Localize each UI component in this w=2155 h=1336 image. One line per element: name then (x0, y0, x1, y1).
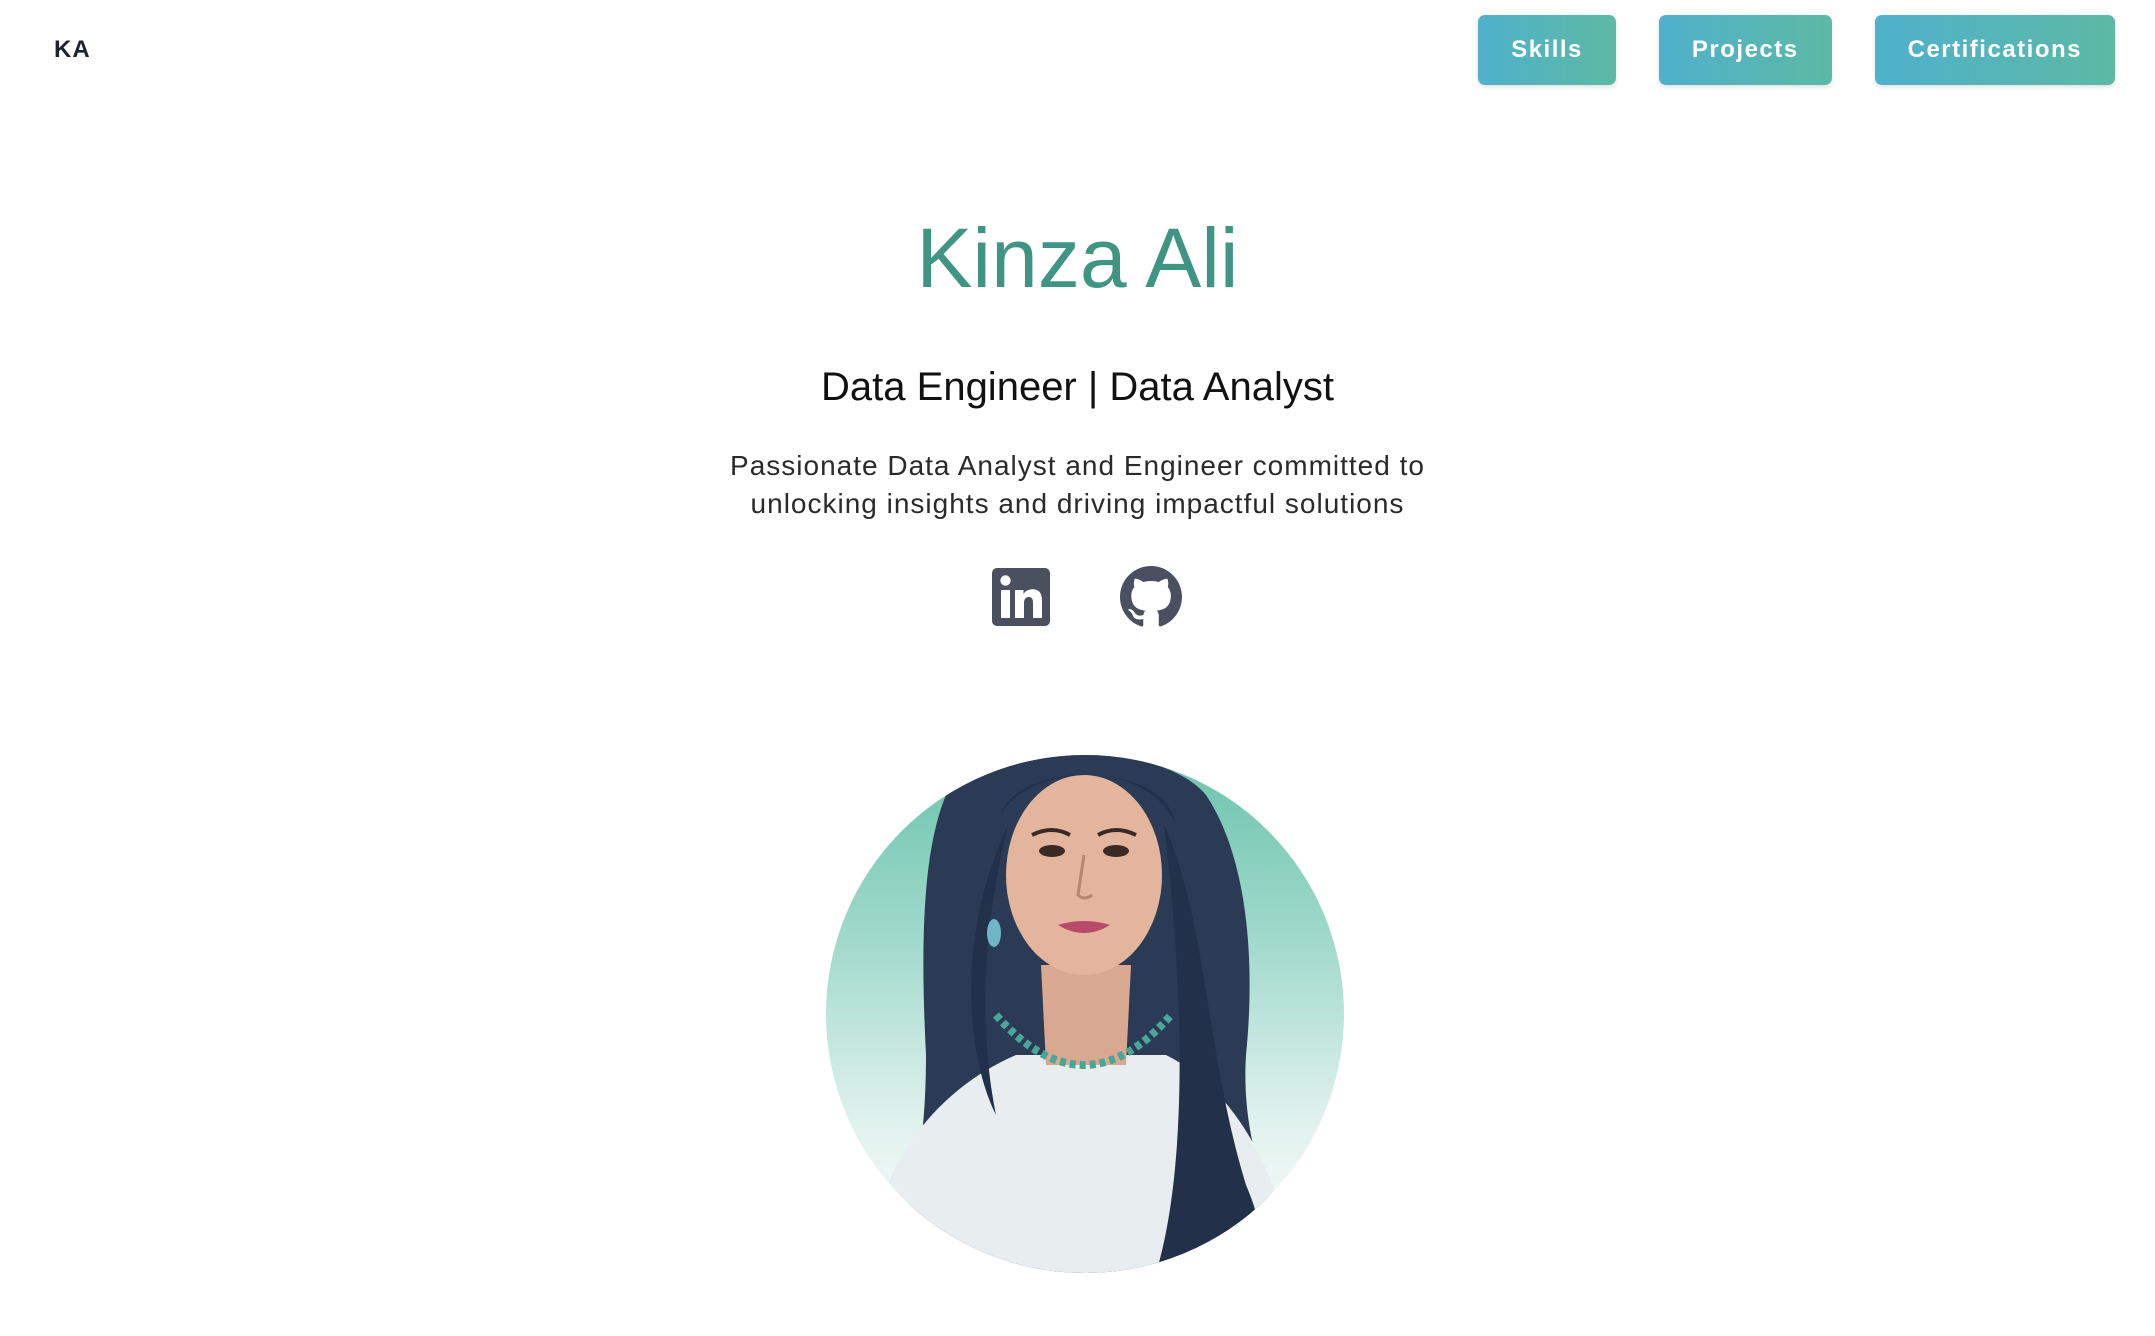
top-nav: Skills Projects Certifications (1478, 15, 2115, 85)
site-logo[interactable]: KA (54, 36, 91, 64)
profile-tagline: Passionate Data Analyst and Engineer com… (730, 450, 1425, 519)
linkedin-icon[interactable] (990, 566, 1052, 628)
profile-photo (826, 755, 1344, 1273)
social-links (990, 566, 1182, 628)
portfolio-page: KA Skills Projects Certifications Kinza … (0, 0, 2155, 1336)
nav-projects-button[interactable]: Projects (1658, 15, 1832, 85)
nav-skills-button[interactable]: Skills (1478, 15, 1616, 85)
github-icon[interactable] (1120, 566, 1182, 628)
nav-certifications-button[interactable]: Certifications (1874, 15, 2115, 85)
profile-name: Kinza Ali (916, 211, 1239, 305)
profile-role: Data Engineer | Data Analyst (821, 365, 1334, 409)
